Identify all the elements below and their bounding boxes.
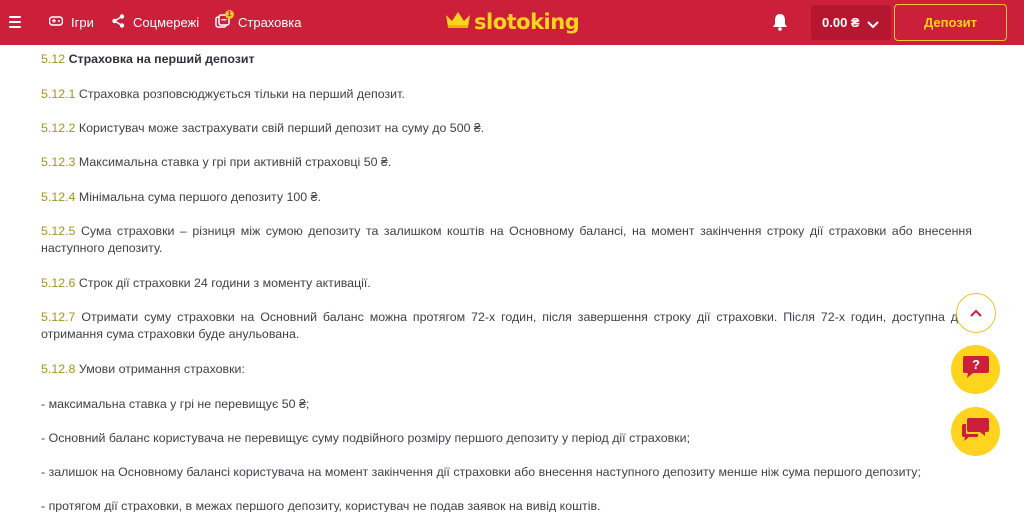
nav-games-label: Ігри [71, 15, 94, 30]
clause-text: Користувач може застрахувати свій перший… [78, 121, 485, 135]
deposit-button[interactable]: Депозит [894, 4, 1007, 41]
section-number: 5.12 [41, 52, 66, 66]
clause-text: Сума страховки – різниця між сумою депоз… [41, 224, 972, 255]
clause-number: 5.12.7 [41, 310, 76, 324]
nav-insurance-label: Страховка [238, 15, 302, 30]
clause-text: Мінімальна сума першого депозиту 100 ₴. [78, 190, 321, 204]
clause: 5.12.7 Отримати суму страховки на Основн… [41, 309, 972, 343]
logo[interactable]: slotoking [445, 8, 580, 36]
clause-number: 5.12.3 [41, 155, 76, 169]
clause-text: Отримати суму страховки на Основний бала… [41, 310, 972, 341]
nav-social-label: Соцмережі [133, 15, 200, 30]
logo-text: slotoking [474, 10, 580, 34]
clause: 5.12.6 Строк дії страховки 24 години з м… [41, 275, 972, 292]
condition-item: - Основний баланс користувача не перевищ… [41, 431, 691, 445]
clause: 5.12.5 Сума страховки – різниця між сумо… [41, 223, 972, 257]
clause-number: 5.12.4 [41, 190, 76, 204]
clause-text: Максимальна ставка у грі при активній ст… [78, 155, 392, 169]
bell-icon[interactable] [772, 13, 788, 36]
balance-value: 0.00 ₴ [822, 15, 860, 30]
scroll-top-button[interactable] [956, 293, 996, 333]
clause-number: 5.12.5 [41, 224, 76, 238]
insurance-icon: 1 [215, 10, 234, 31]
condition-item: - максимальна ставка у грі не перевищує … [41, 397, 310, 411]
condition-item: - протягом дії страховки, в межах першог… [41, 499, 601, 512]
nav-insurance[interactable]: 1 Страховка [215, 0, 302, 45]
game-controller-icon [48, 15, 64, 30]
clause: 5.12.1 Страховка розповсюджується тільки… [41, 86, 972, 103]
chat-button[interactable] [951, 407, 1000, 456]
top-bar: Ігри Соцмережі 1 Страховка slotoking 0.0… [0, 0, 1024, 45]
clause: 5.12.3 Максимальна ставка у грі при акти… [41, 154, 972, 171]
svg-text:?: ? [972, 357, 980, 372]
clause-number: 5.12.1 [41, 87, 76, 101]
help-button[interactable]: ? [951, 345, 1000, 394]
chevron-down-icon [867, 17, 879, 32]
nav-games[interactable]: Ігри [48, 0, 94, 45]
clause-number: 5.12.6 [41, 276, 76, 290]
section-title: Страховка на перший депозит [68, 52, 255, 66]
clause-number: 5.12.2 [41, 121, 76, 135]
insurance-badge: 1 [225, 10, 234, 19]
chat-bubble-icon [961, 416, 991, 447]
crown-icon [445, 11, 471, 34]
clause-text: Строк дії страховки 24 години з моменту … [78, 276, 371, 290]
hamburger-icon[interactable] [9, 16, 21, 28]
clause: 5.12.8 Умови отримання страховки: [41, 361, 972, 378]
condition-item: - залишок на Основному балансі користува… [41, 465, 921, 479]
share-icon [112, 14, 125, 31]
section-heading: 5.12 Страховка на перший депозит [41, 51, 972, 68]
nav-social[interactable]: Соцмережі [112, 0, 199, 45]
help-chat-icon: ? [962, 354, 990, 385]
chevron-up-icon [970, 304, 982, 322]
clause: 5.12.2 Користувач може застрахувати свій… [41, 120, 972, 137]
clause-number: 5.12.8 [41, 362, 76, 376]
clause-text: Умови отримання страховки: [78, 362, 245, 376]
clause: 5.12.4 Мінімальна сума першого депозиту … [41, 189, 972, 206]
balance-dropdown[interactable]: 0.00 ₴ [811, 5, 891, 40]
clause-text: Страховка розповсюджується тільки на пер… [78, 87, 405, 101]
